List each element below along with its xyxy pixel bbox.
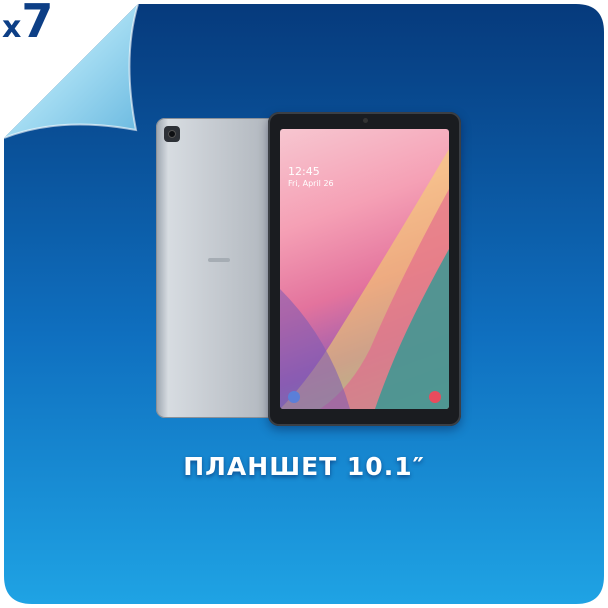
tablet-back-image (156, 118, 278, 418)
screen-clock: 12:45 (288, 165, 320, 178)
camera-app-icon (429, 391, 441, 403)
screen-date: Fri, April 26 (288, 179, 334, 188)
tablet-screen: 12:45 Fri, April 26 (280, 129, 449, 409)
quantity-prefix: x (2, 10, 22, 45)
product-caption: ПЛАНШЕТ 10.1″ (183, 452, 425, 481)
back-logo-mark (208, 258, 230, 262)
contacts-app-icon (288, 391, 300, 403)
front-camera-dot (363, 118, 368, 123)
tablet-front-image: 12:45 Fri, April 26 (268, 112, 461, 426)
quantity-number: 7 (21, 0, 54, 48)
prize-card: x7 12:45 Fri, April 26 ПЛАНШЕТ 10.1″ (0, 0, 608, 608)
quantity-badge: x7 (2, 0, 53, 44)
rear-camera-icon (164, 126, 180, 142)
